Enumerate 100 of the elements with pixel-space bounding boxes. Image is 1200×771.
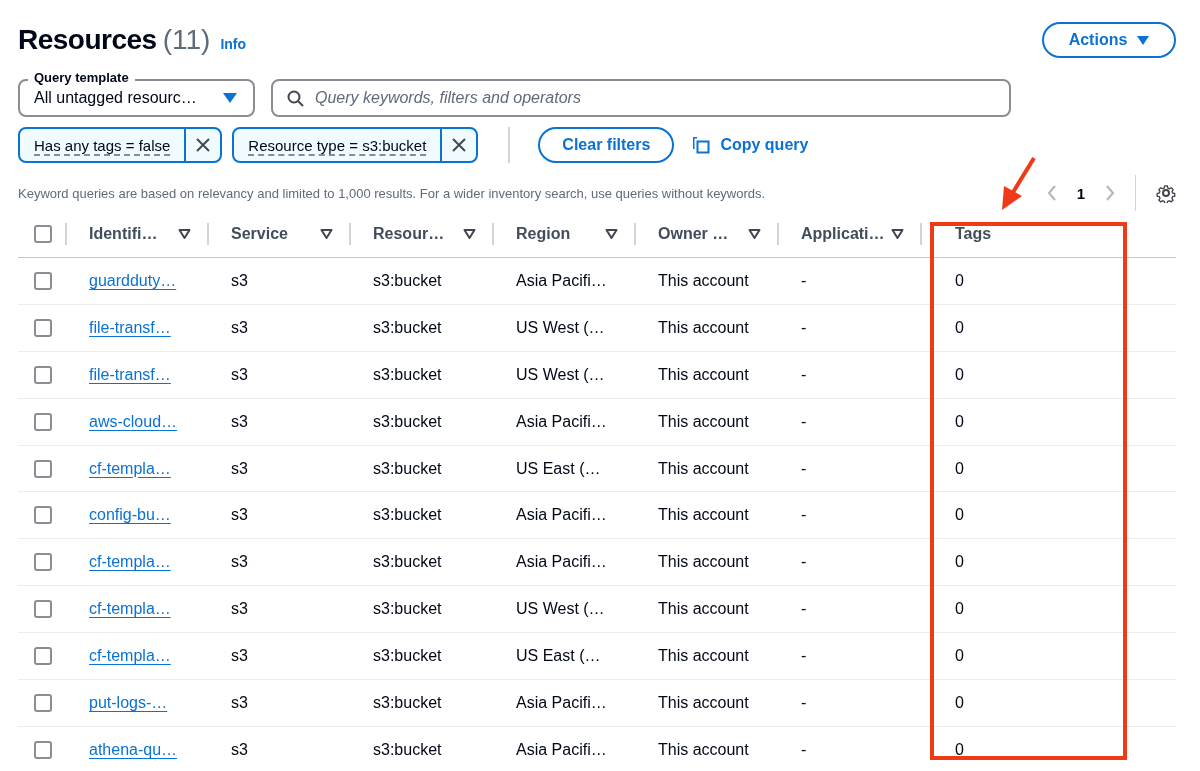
table-cell: -: [801, 553, 807, 571]
table-cell: s3: [231, 553, 248, 571]
resource-link[interactable]: aws-cloud…: [89, 412, 178, 430]
resource-link[interactable]: config-bu…: [89, 506, 171, 524]
table-cell: US East (…: [516, 459, 601, 477]
sort-icon[interactable]: [748, 229, 761, 239]
table-cell: Asia Pacifi…: [516, 506, 607, 524]
copy-query-link[interactable]: Copy query: [692, 136, 809, 154]
row-checkbox[interactable]: [33, 553, 52, 572]
table-cell: -: [801, 318, 807, 336]
resource-link[interactable]: cf-templa…: [89, 600, 171, 618]
table-cell: s3:bucket: [373, 506, 442, 524]
resource-link[interactable]: file-transf…: [89, 318, 171, 336]
table-cell: -: [801, 412, 807, 430]
table-cell: 0: [955, 600, 964, 618]
table-cell: This account: [658, 600, 749, 618]
filter-label[interactable]: Resource type = s3:bucket: [234, 129, 441, 161]
settings-icon[interactable]: [1156, 183, 1176, 203]
row-checkbox[interactable]: [33, 365, 52, 384]
table-cell: s3:bucket: [373, 740, 442, 758]
caret-icon: [223, 93, 237, 103]
resource-link[interactable]: cf-templa…: [89, 459, 171, 477]
column-header[interactable]: Region: [516, 225, 571, 243]
table-cell: s3: [231, 318, 248, 336]
caret-icon: [1137, 35, 1150, 45]
row-checkbox[interactable]: [33, 506, 52, 525]
table-cell: 0: [955, 365, 964, 383]
actions-button[interactable]: Actions: [1042, 22, 1176, 58]
table-cell: 0: [955, 693, 964, 711]
info-link[interactable]: Info: [220, 36, 247, 52]
table-cell: This account: [658, 459, 749, 477]
table-cell: US West (…: [516, 318, 605, 336]
column-header[interactable]: Service: [231, 225, 288, 243]
table-cell: 0: [955, 412, 964, 430]
sort-icon[interactable]: [891, 229, 904, 239]
table-cell: 0: [955, 506, 964, 524]
copy-icon: [692, 136, 711, 154]
row-checkbox[interactable]: [33, 647, 52, 666]
table-cell: s3:bucket: [373, 459, 442, 477]
row-checkbox[interactable]: [33, 412, 52, 431]
clear-filters-button[interactable]: Clear filters: [538, 127, 675, 163]
resource-link[interactable]: athena-qu…: [89, 740, 178, 758]
table-cell: This account: [658, 365, 749, 383]
table-cell: 0: [955, 740, 964, 758]
table-cell: s3:bucket: [373, 318, 442, 336]
table-cell: Asia Pacifi…: [516, 553, 607, 571]
row-checkbox[interactable]: [33, 600, 52, 619]
table-cell: Asia Pacifi…: [516, 740, 607, 758]
table-cell: US West (…: [516, 600, 605, 618]
search-field[interactable]: Query keywords, filters and operators: [271, 79, 1011, 117]
sort-icon[interactable]: [463, 229, 476, 239]
table-cell: -: [801, 740, 807, 758]
column-header[interactable]: Identifi…: [89, 225, 158, 243]
sort-icon[interactable]: [320, 229, 333, 239]
table-cell: Asia Pacifi…: [516, 693, 607, 711]
close-icon: [196, 138, 211, 152]
close-icon: [452, 138, 467, 152]
table-cell: s3: [231, 647, 248, 665]
table-cell: This account: [658, 647, 749, 665]
table-cell: 0: [955, 271, 964, 289]
chevron-right-icon[interactable]: [1105, 185, 1115, 201]
table-cell: s3: [231, 600, 248, 618]
sort-icon[interactable]: [605, 229, 618, 239]
table-cell: 0: [955, 647, 964, 665]
column-header[interactable]: Tags: [955, 225, 992, 243]
table-cell: s3:bucket: [373, 647, 442, 665]
table-cell: This account: [658, 271, 749, 289]
chevron-left-icon[interactable]: [1046, 185, 1057, 201]
table-cell: -: [801, 459, 807, 477]
table-cell: -: [801, 647, 807, 665]
table-cell: US East (…: [516, 647, 601, 665]
resource-link[interactable]: put-logs-…: [89, 693, 168, 711]
column-header[interactable]: Applicati…: [801, 225, 885, 243]
search-icon: [287, 90, 304, 107]
table-cell: 0: [955, 459, 964, 477]
resource-link[interactable]: file-transf…: [89, 365, 171, 383]
table-cell: s3:bucket: [373, 412, 442, 430]
resource-link[interactable]: cf-templa…: [89, 553, 171, 571]
resource-link[interactable]: cf-templa…: [89, 647, 171, 665]
table-cell: This account: [658, 506, 749, 524]
row-checkbox[interactable]: [33, 318, 52, 337]
table-cell: This account: [658, 318, 749, 336]
row-checkbox[interactable]: [33, 693, 52, 712]
table-cell: This account: [658, 553, 749, 571]
row-checkbox[interactable]: [33, 459, 52, 478]
sort-icon[interactable]: [178, 229, 191, 239]
resource-link[interactable]: guardduty…: [89, 271, 177, 289]
table-cell: s3: [231, 271, 248, 289]
column-header[interactable]: Resour…: [373, 225, 445, 243]
select-all-checkbox[interactable]: [33, 225, 52, 243]
column-header[interactable]: Owner …: [658, 225, 729, 243]
row-checkbox[interactable]: [33, 740, 52, 759]
table-cell: This account: [658, 740, 749, 758]
filter-label[interactable]: Has any tags = false: [20, 129, 185, 161]
table-cell: -: [801, 693, 807, 711]
page-number[interactable]: 1: [1076, 184, 1085, 202]
table-cell: -: [801, 506, 807, 524]
row-checkbox[interactable]: [33, 271, 52, 290]
query-template-label: Query template: [28, 70, 135, 85]
table-cell: -: [801, 600, 807, 618]
